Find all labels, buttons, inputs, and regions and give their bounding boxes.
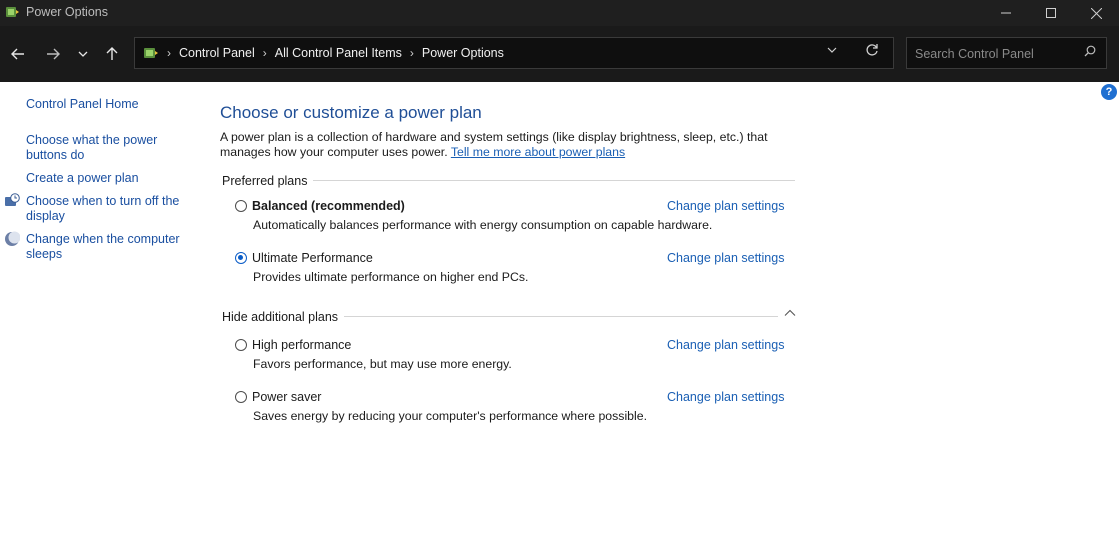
plan-power-saver-desc: Saves energy by reducing your computer's… <box>253 409 647 423</box>
maximize-button[interactable] <box>1028 0 1074 26</box>
recent-locations-button[interactable] <box>71 42 95 66</box>
refresh-icon <box>866 44 878 56</box>
close-button[interactable] <box>1073 0 1119 26</box>
plan-high-performance-change-link[interactable]: Change plan settings <box>667 338 784 352</box>
close-icon <box>1090 7 1102 19</box>
address-bar[interactable]: › Control Panel › All Control Panel Item… <box>134 37 894 69</box>
plan-balanced-change-link[interactable]: Change plan settings <box>667 199 784 213</box>
hide-additional-plans-label[interactable]: Hide additional plans <box>222 310 345 324</box>
power-options-icon <box>6 7 19 17</box>
minimize-icon <box>1001 12 1011 14</box>
sidebar-item-create-plan[interactable]: Create a power plan <box>26 171 196 186</box>
plan-balanced-radio[interactable] <box>235 200 247 212</box>
page-description: A power plan is a collection of hardware… <box>220 130 810 160</box>
forward-arrow-icon <box>47 48 60 60</box>
plan-ultimate-change-link[interactable]: Change plan settings <box>667 251 784 265</box>
control-panel-icon <box>144 48 158 58</box>
breadcrumb-all-items[interactable]: All Control Panel Items <box>275 46 402 60</box>
collapse-plans-button[interactable] <box>784 308 796 320</box>
help-icon[interactable]: ? <box>1101 84 1117 100</box>
breadcrumb-power-options[interactable]: Power Options <box>422 46 504 60</box>
sidebar-control-panel-home[interactable]: Control Panel Home <box>26 97 196 112</box>
maximize-icon <box>1046 8 1056 18</box>
address-dropdown-button[interactable] <box>827 45 837 57</box>
display-timer-icon <box>5 193 20 206</box>
preferred-plans-label: Preferred plans <box>222 174 314 188</box>
plan-ultimate-desc: Provides ultimate performance on higher … <box>253 270 529 284</box>
moon-sleep-icon <box>5 231 20 246</box>
breadcrumb: › Control Panel › All Control Panel Item… <box>143 38 504 68</box>
navigation-bar: › Control Panel › All Control Panel Item… <box>0 26 1119 82</box>
plan-high-performance-name[interactable]: High performance <box>252 338 351 352</box>
up-arrow-icon <box>106 47 118 60</box>
plan-power-saver-radio[interactable] <box>235 391 247 403</box>
learn-more-link[interactable]: Tell me more about power plans <box>451 145 625 159</box>
sidebar-item-power-buttons[interactable]: Choose what the power buttons do <box>26 133 166 163</box>
plan-high-performance-radio[interactable] <box>235 339 247 351</box>
breadcrumb-separator: › <box>409 46 414 60</box>
breadcrumb-separator: › <box>167 46 171 60</box>
up-button[interactable] <box>100 42 124 66</box>
search-input[interactable] <box>907 38 1082 70</box>
search-box[interactable] <box>906 37 1107 70</box>
back-button[interactable] <box>6 42 30 66</box>
refresh-button[interactable] <box>865 43 879 61</box>
minimize-button[interactable] <box>983 0 1029 26</box>
back-arrow-icon <box>11 48 24 60</box>
window-title: Power Options <box>26 5 108 19</box>
search-icon[interactable] <box>1084 45 1096 60</box>
forward-button[interactable] <box>41 42 65 66</box>
plan-ultimate-name[interactable]: Ultimate Performance <box>252 251 373 265</box>
chevron-down-icon <box>78 51 88 57</box>
title-bar: Power Options <box>0 0 1119 26</box>
plan-power-saver-change-link[interactable]: Change plan settings <box>667 390 784 404</box>
breadcrumb-control-panel[interactable]: Control Panel <box>179 46 255 60</box>
page-title: Choose or customize a power plan <box>220 103 482 122</box>
chevron-up-icon <box>784 309 796 316</box>
plan-high-performance-desc: Favors performance, but may use more ene… <box>253 357 512 371</box>
plan-ultimate-radio[interactable] <box>235 252 247 264</box>
breadcrumb-separator: › <box>262 46 267 60</box>
plan-power-saver-name[interactable]: Power saver <box>252 390 321 404</box>
plan-balanced-desc: Automatically balances performance with … <box>253 218 713 232</box>
chevron-down-icon <box>827 47 837 53</box>
sidebar-item-display-off[interactable]: Choose when to turn off the display <box>26 194 186 224</box>
sidebar-item-sleep[interactable]: Change when the computer sleeps <box>26 232 186 262</box>
plan-balanced-name[interactable]: Balanced (recommended) <box>252 199 405 213</box>
